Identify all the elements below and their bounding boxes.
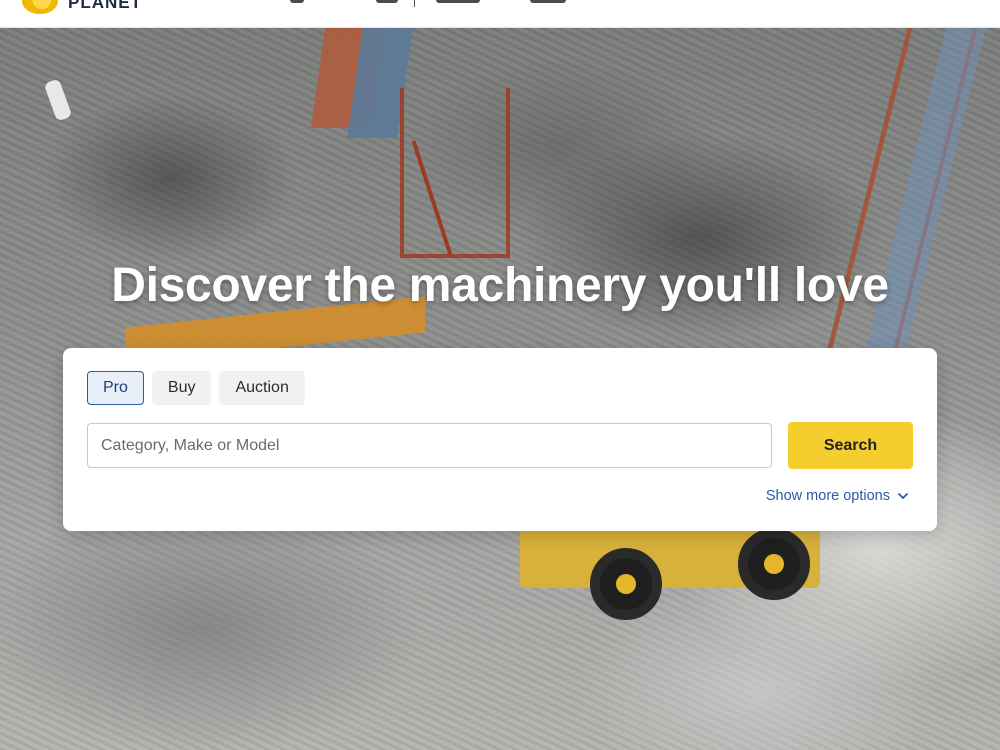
nav-link-fragment[interactable] [436,0,480,3]
crusher-tower [400,88,510,258]
search-input[interactable] [87,423,772,468]
logo-text: PLANET [68,0,142,12]
search-button[interactable]: Search [788,422,913,469]
nav-link-fragment[interactable] [290,0,304,3]
nav-link-fragment[interactable] [376,0,398,3]
listing-type-tabs: Pro Buy Auction [87,371,305,405]
nav-link-fragment[interactable] [530,0,566,3]
tab-buy[interactable]: Buy [151,371,212,405]
tab-pro[interactable]: Pro [87,371,144,405]
top-navigation-bar: PLANET [0,0,1000,28]
nav-divider [414,0,415,7]
worker-figure [43,78,73,122]
loader-wheel [590,548,662,620]
hero-headline: Discover the machinery you'll love [111,259,889,312]
site-logo[interactable]: PLANET [22,0,142,14]
chevron-down-icon [898,493,908,499]
logo-icon [22,0,58,14]
show-more-options-link[interactable]: Show more options [766,488,909,504]
loader-wheel [738,528,810,600]
nav-links-cropped [290,0,566,3]
show-more-options-label: Show more options [765,488,890,504]
search-card: Pro Buy Auction Search Show more options [63,348,937,531]
tab-auction[interactable]: Auction [219,371,305,405]
